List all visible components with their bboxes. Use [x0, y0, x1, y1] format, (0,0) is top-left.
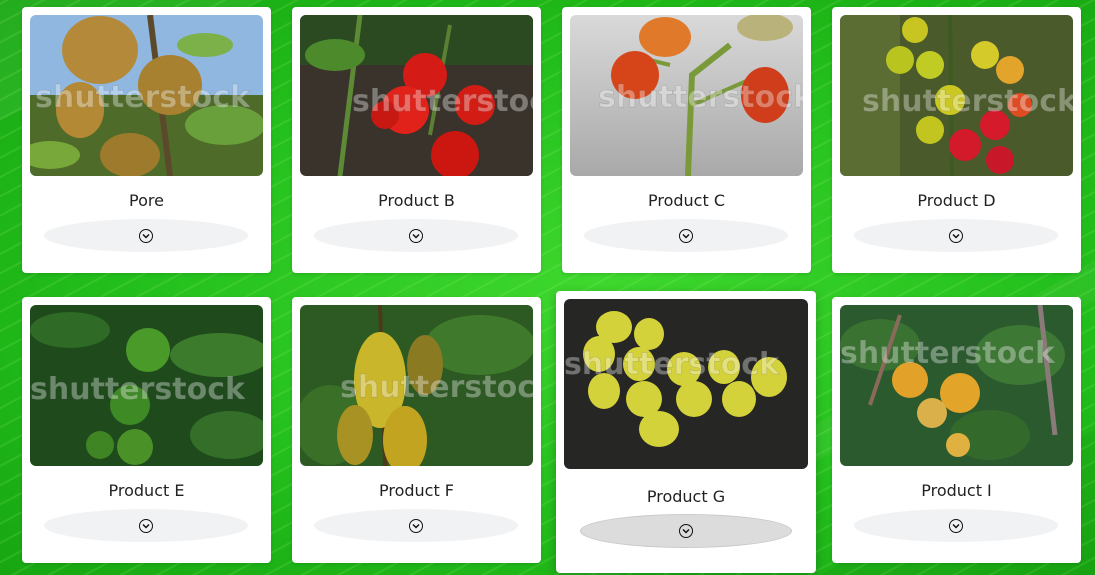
expand-button[interactable]	[44, 509, 248, 542]
expand-button[interactable]	[580, 514, 792, 548]
yellow-fruits-photo: shutterstock	[840, 305, 1073, 466]
pear-tree-photo: shutterstock	[30, 15, 263, 176]
product-title: Product E	[108, 481, 185, 500]
chevron-down-icon	[409, 518, 423, 533]
product-card: shutterstock Product E	[22, 297, 271, 563]
chevron-down-icon	[679, 524, 693, 538]
product-title: Pore	[129, 191, 164, 210]
watermark: shutterstock	[564, 347, 780, 382]
product-card: shutterstock Product I	[832, 297, 1081, 563]
product-title: Product G	[646, 487, 726, 506]
watermark: shutterstock	[598, 80, 803, 115]
chevron-down-icon	[139, 518, 153, 533]
tomatoes-photo: shutterstock	[300, 15, 533, 176]
product-card: shutterstock Product B	[292, 7, 541, 273]
watermark: shutterstock	[35, 80, 251, 115]
expand-button[interactable]	[314, 509, 518, 542]
watermark: shutterstock	[862, 84, 1073, 119]
product-card: shutterstock Pore	[22, 7, 271, 273]
product-title: Product F	[378, 481, 455, 500]
product-card-active: shutterstock Product G	[556, 291, 816, 573]
expand-button[interactable]	[584, 219, 788, 252]
watermark: shutterstock	[352, 84, 533, 119]
chevron-down-icon	[679, 228, 693, 243]
product-title: Product C	[647, 191, 725, 210]
expand-button[interactable]	[44, 219, 248, 252]
limes-photo: shutterstock	[30, 305, 263, 466]
chevron-down-icon	[139, 228, 153, 243]
tomato-plant-photo: shutterstock	[570, 15, 803, 176]
watermark: shutterstock	[340, 370, 533, 405]
yellow-red-berries-photo: shutterstock	[840, 15, 1073, 176]
watermark: shutterstock	[840, 336, 1056, 371]
watermark: shutterstock	[30, 372, 246, 407]
product-title: Product I	[921, 481, 992, 500]
expand-button[interactable]	[314, 219, 518, 252]
chevron-down-icon	[949, 518, 963, 533]
gooseberries-photo: shutterstock	[564, 299, 808, 469]
expand-button[interactable]	[854, 219, 1058, 252]
starfruit-photo: shutterstock	[300, 305, 533, 466]
product-card: shutterstock Product F	[292, 297, 541, 563]
chevron-down-icon	[409, 228, 423, 243]
product-card: shutterstock Product C	[562, 7, 811, 273]
product-card: shutterstock Product D	[832, 7, 1081, 273]
product-title: Product D	[917, 191, 996, 210]
expand-button[interactable]	[854, 509, 1058, 542]
product-title: Product B	[378, 191, 455, 210]
chevron-down-icon	[949, 228, 963, 243]
